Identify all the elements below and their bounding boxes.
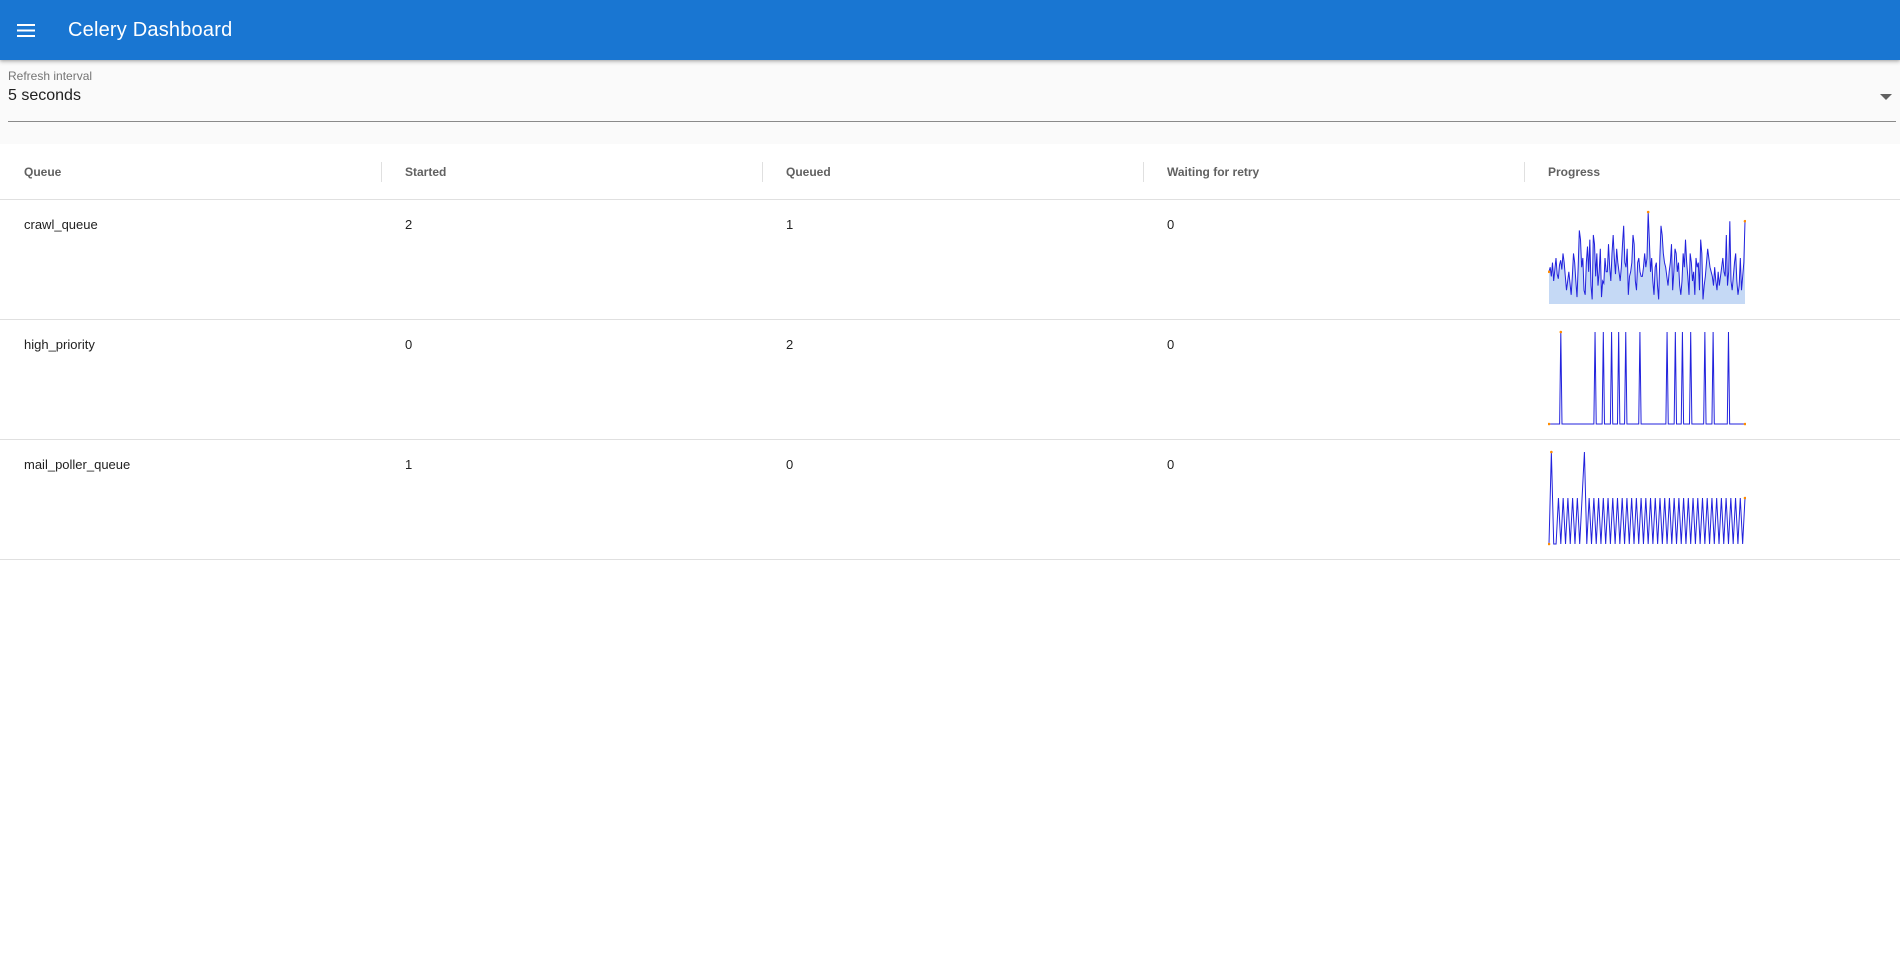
sparkline-marker [1743, 219, 1746, 223]
queue-table: Queue Started Queued Waiting for retry P… [0, 144, 1900, 560]
progress-sparkline [1548, 330, 1746, 426]
cell-queued: 2 [762, 320, 1143, 439]
sparkline-marker [1743, 422, 1746, 426]
controls-panel: Refresh interval 5 seconds [0, 60, 1900, 144]
column-header-queue[interactable]: Queue [0, 144, 381, 199]
sparkline-line [1548, 451, 1746, 545]
refresh-interval-value: 5 seconds [8, 87, 81, 104]
started-count: 0 [405, 337, 413, 352]
sparkline-marker [1646, 210, 1650, 214]
table-header: Queue Started Queued Waiting for retry P… [0, 144, 1900, 200]
queued-count: 0 [786, 457, 794, 472]
cell-waiting: 0 [1143, 200, 1524, 319]
cell-started: 1 [381, 440, 762, 559]
page-title: Celery Dashboard [68, 18, 233, 41]
sparkline-marker [1548, 542, 1551, 546]
column-header-waiting-for-retry[interactable]: Waiting for retry [1143, 144, 1524, 199]
cell-queued: 0 [762, 440, 1143, 559]
cell-queue: mail_poller_queue [0, 440, 381, 559]
started-count: 2 [405, 217, 413, 232]
cell-started: 0 [381, 320, 762, 439]
table-row[interactable]: crawl_queue 2 1 0 [0, 200, 1900, 320]
column-header-started[interactable]: Started [381, 144, 762, 199]
refresh-interval-select[interactable]: Refresh interval 5 seconds [8, 68, 1896, 122]
cell-waiting: 0 [1143, 440, 1524, 559]
sparkline-marker [1559, 330, 1563, 334]
cell-waiting: 0 [1143, 320, 1524, 439]
sparkline-marker [1743, 496, 1746, 500]
column-header-queued[interactable]: Queued [762, 144, 1143, 199]
sparkline-marker [1550, 450, 1553, 454]
queue-name: crawl_queue [24, 217, 98, 232]
waiting-count: 0 [1167, 457, 1175, 472]
menu-button[interactable] [0, 4, 52, 56]
started-count: 1 [405, 457, 413, 472]
waiting-count: 0 [1167, 337, 1175, 352]
waiting-count: 0 [1167, 217, 1175, 232]
queue-name: high_priority [24, 337, 95, 352]
app-bar: Celery Dashboard [0, 0, 1900, 60]
progress-sparkline [1548, 210, 1746, 304]
queued-count: 2 [786, 337, 794, 352]
menu-icon [17, 23, 35, 37]
sparkline-line [1549, 331, 1745, 425]
refresh-interval-label: Refresh interval [8, 69, 93, 83]
table-row[interactable]: high_priority 0 2 0 [0, 320, 1900, 440]
cell-queue: crawl_queue [0, 200, 381, 319]
column-header-progress[interactable]: Progress [1524, 144, 1900, 199]
queued-count: 1 [786, 217, 794, 232]
dropdown-arrow-icon [1880, 94, 1892, 100]
queue-name: mail_poller_queue [24, 457, 131, 472]
cell-queue: high_priority [0, 320, 381, 439]
cell-started: 2 [381, 200, 762, 319]
cell-queued: 1 [762, 200, 1143, 319]
table-row[interactable]: mail_poller_queue 1 0 0 [0, 440, 1900, 560]
sparkline-marker [1548, 422, 1551, 426]
progress-sparkline [1548, 450, 1746, 546]
